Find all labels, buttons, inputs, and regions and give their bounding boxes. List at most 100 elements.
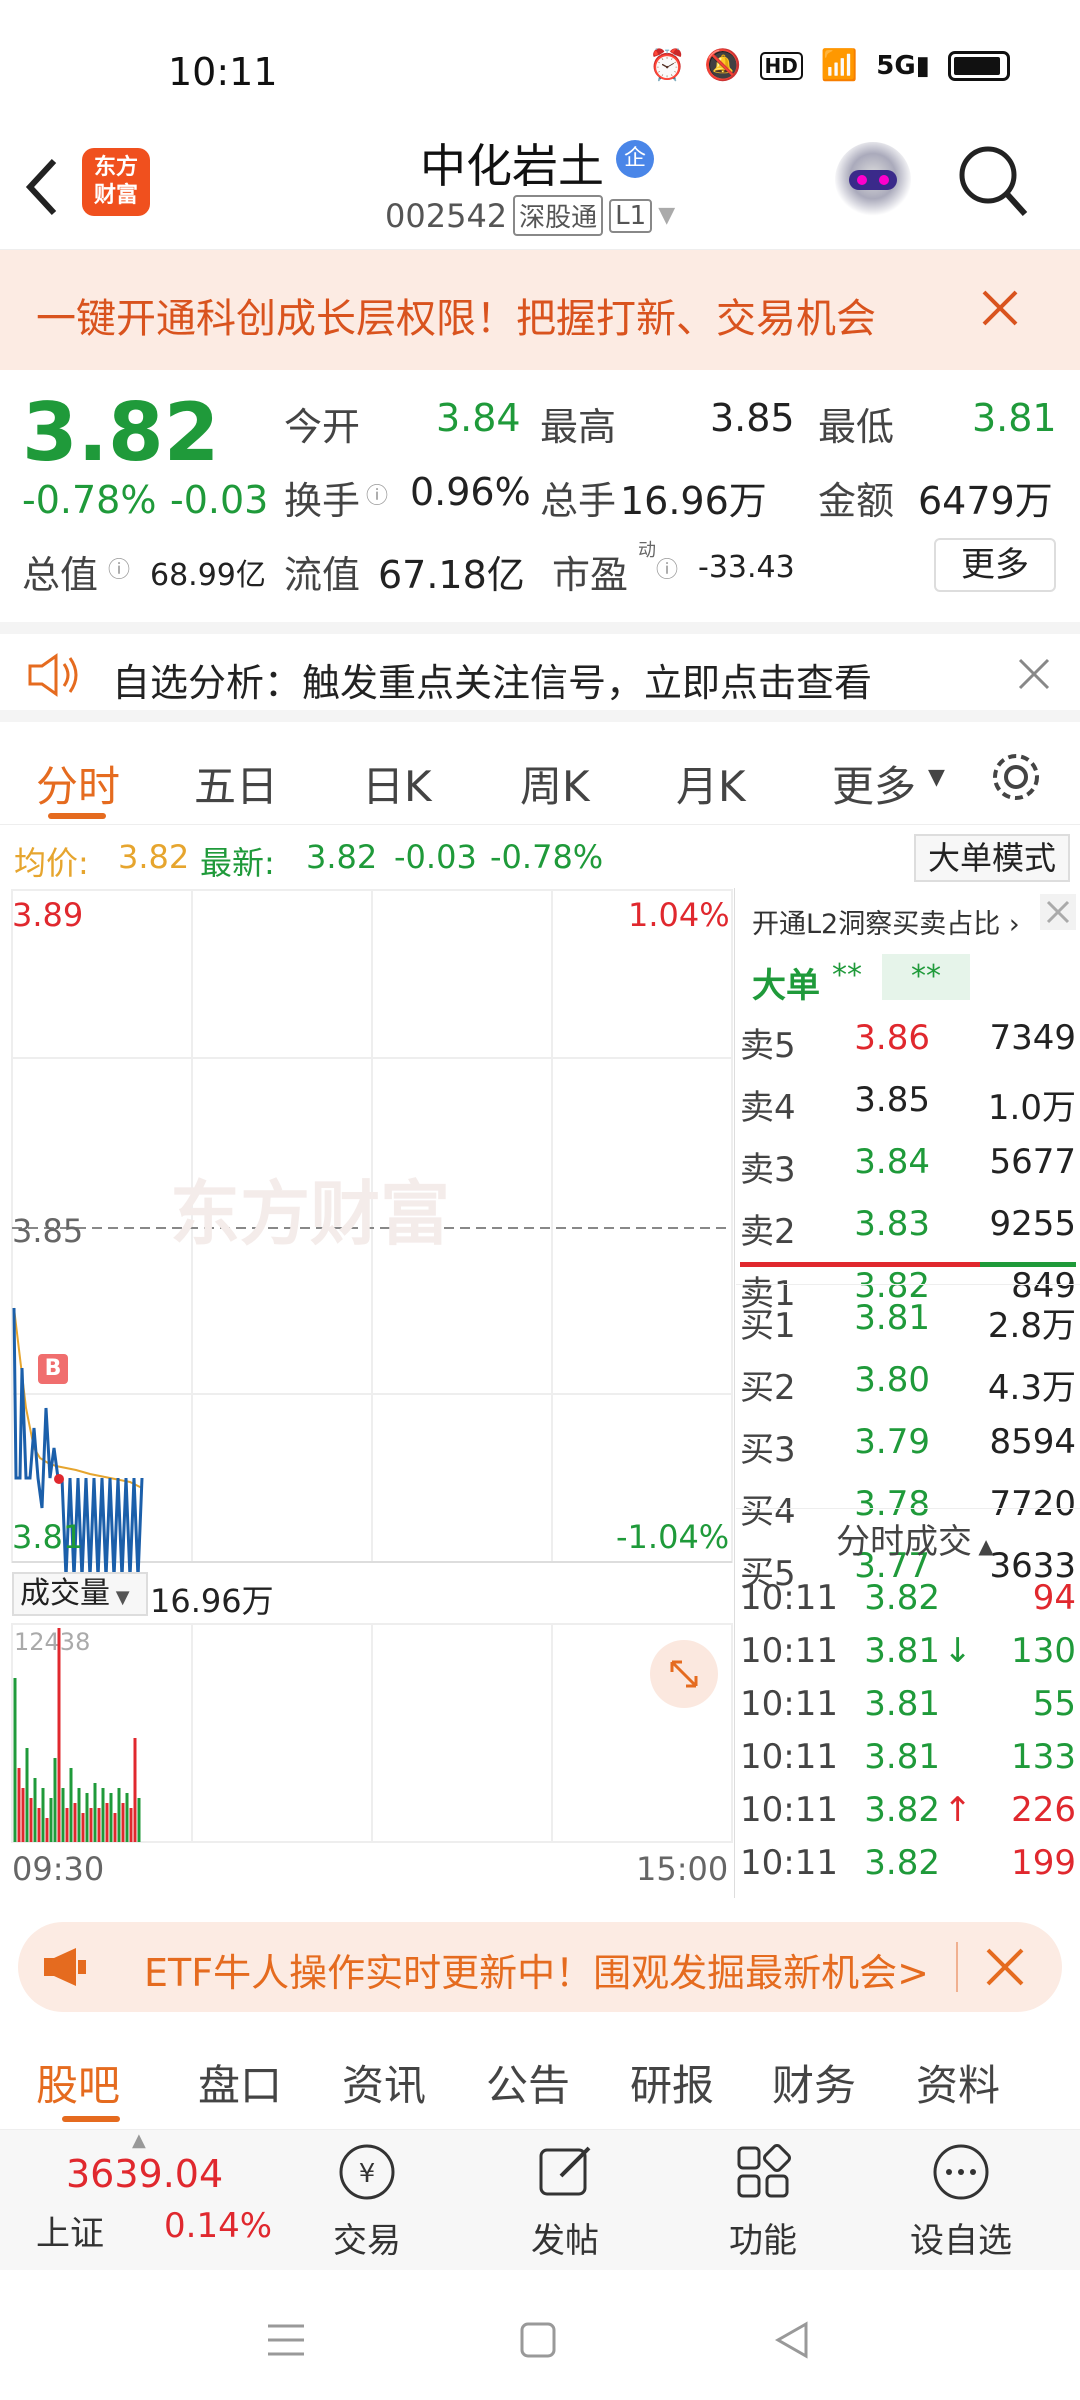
tab-handicap[interactable]: 盘口: [198, 2052, 282, 2113]
divider: [736, 1508, 1080, 1509]
app-logo[interactable]: 东方 财富: [82, 148, 150, 216]
add-watchlist-button[interactable]: 设自选: [886, 2140, 1036, 2262]
edit-icon: [539, 2146, 591, 2196]
more-button[interactable]: 更多: [934, 538, 1056, 592]
l2-promo-link[interactable]: 开通L2洞察买卖占比 ›: [752, 902, 1020, 941]
svg-text:¥: ¥: [359, 2159, 376, 2189]
bid-label: 买2: [740, 1368, 796, 1408]
volume-value: 16.96万: [620, 479, 767, 523]
trade-row[interactable]: 10:11 3.81 ↓ 130: [736, 1631, 1080, 1677]
etf-promo-text: ETF牛人操作实时更新中！围观发掘最新机会>: [144, 1951, 929, 1995]
trade-row[interactable]: 10:11 3.81 133: [736, 1737, 1080, 1783]
big-order-value-1: **: [832, 958, 862, 993]
home-icon[interactable]: [518, 2320, 558, 2360]
ask-label: 卖2: [740, 1212, 796, 1252]
trade-button[interactable]: ¥ 交易: [292, 2140, 442, 2262]
open-value: 3.84: [436, 396, 521, 440]
trade-arrow: ↑: [943, 1790, 973, 1830]
tab-forum[interactable]: 股吧: [36, 2052, 120, 2113]
divider: [736, 1284, 1080, 1285]
market-cap-label: 总值: [22, 553, 99, 597]
tab-news[interactable]: 资讯: [342, 2052, 426, 2113]
sort-up-icon: ▲: [972, 1534, 994, 1558]
tab-intraday[interactable]: 分时: [36, 753, 120, 814]
tab-profile[interactable]: 资料: [916, 2052, 1000, 2113]
bid-price: 3.79: [854, 1422, 930, 1462]
trade-time: 10:11: [740, 1790, 838, 1830]
bid-row[interactable]: 买3 3.79 8594: [736, 1422, 1080, 1470]
bid-volume: 4.3万: [987, 1368, 1076, 1408]
close-icon[interactable]: [984, 1946, 1026, 1988]
pe-value: -33.43: [698, 550, 795, 585]
latest-label: 最新:: [200, 844, 275, 882]
tab-five-day[interactable]: 五日: [194, 753, 278, 814]
intraday-chart[interactable]: 东方财富 B 3.89 1.04% 3.85 3.81 -1.04% 成交量 ▼…: [0, 888, 735, 1898]
index-widget[interactable]: ▲ 3639.04 上证 0.14%: [30, 2130, 300, 2270]
trade-price: 3.82: [864, 1790, 940, 1830]
ask-row[interactable]: 卖4 3.85 1.0万: [736, 1080, 1080, 1128]
trade-row[interactable]: 10:11 3.81 55: [736, 1684, 1080, 1730]
info-icon[interactable]: ⓘ: [108, 552, 130, 584]
ask-label: 卖4: [740, 1088, 796, 1128]
stock-header: 东方 财富 中化岩土 企 002542 深股通 L1 ▼: [0, 120, 1080, 250]
bid-row[interactable]: 买2 3.80 4.3万: [736, 1360, 1080, 1408]
promo-banner[interactable]: 一键开通科创成长层权限！把握打新、交易机会: [0, 250, 1080, 370]
trade-price: 3.81: [864, 1684, 940, 1724]
info-icon[interactable]: ⓘ: [656, 552, 678, 584]
big-order-mode-button[interactable]: 大单模式: [914, 834, 1070, 882]
analysis-notice[interactable]: 自选分析：触发重点关注信号，立即点击查看: [0, 622, 1080, 722]
close-icon[interactable]: [1040, 894, 1076, 930]
stock-code-row[interactable]: 002542 深股通 L1 ▼: [385, 195, 675, 236]
ask-row[interactable]: 卖5 3.86 7349: [736, 1018, 1080, 1066]
function-button[interactable]: 功能: [688, 2140, 838, 2262]
menu-icon[interactable]: [264, 2320, 308, 2360]
amount-value: 6479万: [918, 479, 1053, 523]
ask-row[interactable]: 卖2 3.83 9255: [736, 1204, 1080, 1252]
bid-row[interactable]: 买1 3.81 2.8万: [736, 1298, 1080, 1346]
tab-monthly-k[interactable]: 月K: [676, 753, 746, 814]
mute-icon: 🔕: [704, 48, 742, 83]
trade-row[interactable]: 10:11 3.82 94: [736, 1578, 1080, 1624]
back-icon[interactable]: [22, 155, 62, 219]
latest-change: -0.03: [394, 838, 477, 876]
chevron-up-icon: ▲: [132, 2130, 146, 2151]
float-cap-label: 流值: [284, 553, 361, 597]
ask-row[interactable]: 卖3 3.84 5677: [736, 1142, 1080, 1190]
bid-ratio-bar: [980, 1262, 1076, 1267]
close-icon[interactable]: [1018, 658, 1050, 690]
back-nav-icon[interactable]: [770, 2318, 814, 2362]
level-tag: L1: [609, 198, 653, 233]
tab-finance[interactable]: 财务: [772, 2052, 856, 2113]
tab-weekly-k[interactable]: 周K: [520, 753, 590, 814]
ask-label: 卖5: [740, 1026, 796, 1066]
etf-promo-banner[interactable]: ETF牛人操作实时更新中！围观发掘最新机会>: [18, 1922, 1062, 2012]
trade-volume: 94: [1032, 1578, 1076, 1618]
tab-announcements[interactable]: 公告: [486, 2052, 570, 2113]
info-icon[interactable]: ⓘ: [366, 478, 388, 510]
search-icon[interactable]: [955, 142, 1031, 222]
expand-icon[interactable]: [650, 1640, 718, 1708]
enterprise-badge: 企: [616, 140, 654, 178]
active-tab-indicator: [62, 2116, 120, 2122]
gear-icon[interactable]: [988, 749, 1044, 805]
5g-signal-icon: 5G▮: [876, 50, 930, 81]
promo-banner-text: 一键开通科创成长层权限！把握打新、交易机会: [36, 296, 876, 342]
float-cap-value: 67.18亿: [378, 553, 525, 597]
info-tabs: 股吧 盘口 资讯 公告 研报 财务 资料: [0, 2030, 1080, 2130]
low-label: 最低: [818, 405, 895, 449]
tab-more[interactable]: 更多: [832, 753, 916, 814]
trade-row[interactable]: 10:11 3.82 ↑ 226: [736, 1790, 1080, 1836]
tab-research[interactable]: 研报: [630, 2052, 714, 2113]
trade-arrow: ↓: [943, 1631, 973, 1671]
more-dots-icon: [933, 2144, 989, 2200]
close-icon[interactable]: [980, 288, 1020, 328]
post-button[interactable]: 发帖: [490, 2140, 640, 2262]
trade-row[interactable]: 10:11 3.82 199: [736, 1843, 1080, 1889]
volume-label: 总手: [540, 479, 617, 523]
wifi-icon: 📶: [820, 48, 859, 83]
trades-header[interactable]: 分时成交 ▲: [836, 1514, 994, 1563]
robot-assistant-icon[interactable]: [835, 142, 911, 218]
big-order-value-2: **: [882, 954, 970, 1000]
tab-daily-k[interactable]: 日K: [362, 753, 432, 814]
stock-code: 002542: [385, 196, 508, 235]
